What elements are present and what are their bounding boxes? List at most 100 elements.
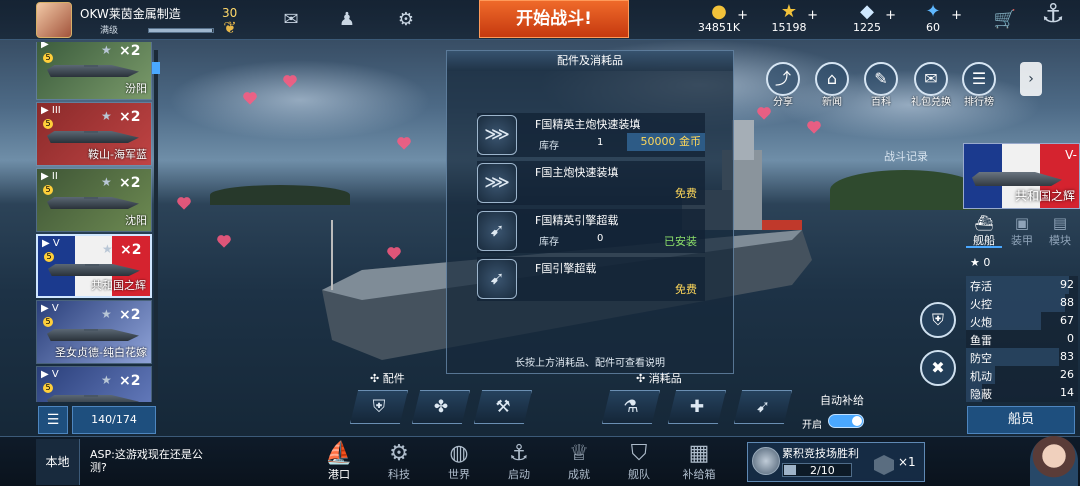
ship-stars: ★ 0 bbox=[970, 256, 991, 269]
auto-supply[interactable]: 自动补给 开启 bbox=[798, 392, 876, 432]
xp-bar bbox=[148, 28, 214, 33]
resource-3[interactable]: ✦ 60 + bbox=[898, 0, 968, 38]
add-resource-icon[interactable]: + bbox=[807, 8, 818, 23]
tab-ship[interactable]: ⛴ 舰船 bbox=[966, 214, 1002, 248]
item-name: F国精英主炮快速装填 bbox=[535, 118, 641, 131]
add-resource-icon[interactable]: + bbox=[737, 8, 748, 23]
nav-supply-box[interactable]: ▦ 补给箱 bbox=[676, 440, 722, 486]
encyclopedia-icon[interactable]: ✎ bbox=[864, 62, 898, 96]
repair-tools-icon[interactable]: ✖ bbox=[920, 350, 956, 386]
player-rank: 满级 bbox=[100, 26, 119, 36]
chat-message[interactable]: ASP:这游戏现在还是公测? bbox=[90, 448, 210, 474]
stat-name: 隐蔽 bbox=[970, 388, 992, 401]
consumable-item[interactable]: ➹ F国引擎超载 免费 bbox=[477, 257, 705, 301]
ship-stars-count: 0 bbox=[983, 256, 991, 269]
consumable-item[interactable]: ⋙ F国主炮快速装填 免费 bbox=[477, 161, 705, 205]
auto-supply-toggle[interactable] bbox=[828, 414, 864, 428]
add-resource-icon[interactable]: + bbox=[951, 8, 962, 23]
shop-cart-icon[interactable]: 🛒 bbox=[992, 8, 1018, 32]
consumable-item[interactable]: ⋙ F国精英主炮快速装填 库存 1 50000 金币 bbox=[477, 113, 705, 157]
supply-box-icon: ▦ bbox=[688, 441, 710, 466]
auto-supply-label: 自动补给 bbox=[820, 394, 864, 407]
nav-achievement[interactable]: ♕ 成就 bbox=[556, 440, 602, 486]
tab-armor[interactable]: ▣ 装甲 bbox=[1004, 214, 1040, 248]
start-battle-button[interactable]: 开始战斗! bbox=[479, 0, 629, 38]
news-icon[interactable]: ⌂ bbox=[815, 62, 849, 96]
nav-launch[interactable]: ⚓ 启动 bbox=[496, 440, 542, 486]
secretary-avatar[interactable] bbox=[1030, 436, 1078, 486]
consumable-item[interactable]: ➹ F国精英引擎超载 库存 0 已安装 bbox=[477, 209, 705, 253]
tab-module[interactable]: ▤ 模块 bbox=[1042, 214, 1078, 248]
ranking-icon[interactable]: ☰ bbox=[962, 62, 996, 96]
top-menu-label[interactable]: 分享 bbox=[761, 93, 805, 108]
top-menu-label[interactable]: 新闻 bbox=[810, 93, 854, 108]
battle-log-link[interactable]: 战斗记录 bbox=[884, 148, 928, 164]
fleet-ship-card[interactable]: ▶ 5 ★ ×2 汾阳 bbox=[36, 42, 152, 100]
top-menu-label[interactable]: 礼包兑换 bbox=[909, 93, 953, 108]
stock-label: 库存 bbox=[539, 141, 559, 152]
ship-stats: 存活 92 火控 88 火炮 67 鱼雷 0 防空 83 机动 26 隐蔽 14 bbox=[966, 276, 1078, 402]
fleet-ship-card[interactable]: ▶ V 5 ★ ×2 bbox=[36, 366, 152, 402]
stat-value: 67 bbox=[1060, 314, 1074, 327]
consumables-label-icon: ✣ 消耗品 bbox=[636, 372, 682, 385]
part-slot-1[interactable]: ⛨ bbox=[350, 390, 408, 424]
arena-reward-multiplier: ×1 bbox=[898, 455, 916, 469]
stock-label: 库存 bbox=[539, 237, 559, 248]
module-icon: ▤ bbox=[1052, 214, 1068, 232]
consumable-slot-2[interactable]: ✚ bbox=[668, 390, 726, 424]
top-menu-label[interactable]: 排行榜 bbox=[957, 93, 1001, 108]
top-menu-label[interactable]: 百科 bbox=[859, 93, 903, 108]
engine-icon[interactable]: ➹ bbox=[477, 259, 517, 299]
part-slot-3[interactable]: ⚒ bbox=[474, 390, 532, 424]
crew-button[interactable]: 船员 bbox=[967, 406, 1075, 434]
engine-elite-icon[interactable]: ➹ bbox=[477, 211, 517, 251]
add-resource-icon[interactable]: + bbox=[885, 8, 896, 23]
stat-name: 存活 bbox=[970, 280, 992, 293]
resource-0[interactable]: ● 34851K + bbox=[684, 0, 754, 38]
player-avatar[interactable] bbox=[36, 2, 72, 38]
anchor-icon[interactable]: ⚓ bbox=[1040, 1, 1066, 27]
selected-ship-card[interactable]: V- 共和国之辉 bbox=[963, 143, 1080, 209]
reload-icon[interactable]: ⋙ bbox=[477, 163, 517, 203]
resource-2[interactable]: ◆ 1225 + bbox=[832, 0, 902, 38]
ship-level-badge: 5 bbox=[43, 53, 53, 63]
mail-icon[interactable]: ✉ bbox=[278, 8, 304, 32]
fleet-ship-card[interactable]: ▶ II 5 ★ ×2 沈阳 bbox=[36, 168, 152, 232]
armor-shield-icon[interactable]: ⛨ bbox=[920, 302, 956, 338]
consumable-slot-3[interactable]: ➹ bbox=[734, 390, 792, 424]
free-label: 免费 bbox=[675, 187, 697, 200]
part-slot-2[interactable]: ✤ bbox=[412, 390, 470, 424]
nav-label: 成就 bbox=[568, 468, 590, 481]
nav-fleet[interactable]: ⛉ 舰队 bbox=[616, 440, 662, 486]
stat-row: 火炮 67 bbox=[966, 312, 1078, 330]
tech-icon: ⚙ bbox=[389, 441, 409, 466]
gift-icon[interactable]: ✉ bbox=[914, 62, 948, 96]
fleet-ship-card[interactable]: ▶ V 5 ★ ×2 共和国之辉 bbox=[36, 234, 152, 298]
buy-price-button[interactable]: 50000 金币 bbox=[627, 133, 705, 151]
world-icon: ◍ bbox=[449, 441, 469, 466]
fleet-ship-card[interactable]: ▶ III 5 ★ ×2 鞍山-海军蓝 bbox=[36, 102, 152, 166]
expand-menu-arrow-icon[interactable]: › bbox=[1020, 62, 1042, 96]
chat-channel-tab[interactable]: 本地 bbox=[36, 439, 80, 485]
settings-gear-icon[interactable]: ⚙ bbox=[393, 8, 419, 32]
nav-port[interactable]: ⛵ 港口 bbox=[316, 440, 362, 486]
fleet-ship-card[interactable]: ▶ V 5 ★ ×2 圣女贞德-纯白花嫁 bbox=[36, 300, 152, 364]
reload-elite-icon[interactable]: ⋙ bbox=[477, 115, 517, 155]
resource-1[interactable]: ★ 15198 + bbox=[754, 0, 824, 38]
star-icon: ★ bbox=[101, 109, 112, 123]
friends-icon[interactable]: ♟ bbox=[334, 8, 360, 32]
stat-value: 14 bbox=[1060, 386, 1074, 399]
nav-tech[interactable]: ⚙ 科技 bbox=[376, 440, 422, 486]
arena-quest[interactable]: 累积竞技场胜利 2/10 ×1 bbox=[747, 442, 925, 482]
tab-label: 舰船 bbox=[973, 234, 995, 247]
ship-tier: ▶ III bbox=[41, 105, 61, 116]
arena-progress-value: 2/10 bbox=[810, 464, 835, 477]
list-view-button[interactable]: ☰ bbox=[38, 406, 68, 434]
stat-name: 机动 bbox=[970, 370, 992, 383]
share-icon[interactable]: ⤴ bbox=[766, 62, 800, 96]
fleet-scrollbar[interactable] bbox=[152, 50, 160, 400]
consumable-slot-1[interactable]: ⚗ bbox=[602, 390, 660, 424]
ship-tier: V- bbox=[1065, 148, 1077, 162]
nav-world[interactable]: ◍ 世界 bbox=[436, 440, 482, 486]
ship-icon: ⛴ bbox=[974, 214, 994, 232]
